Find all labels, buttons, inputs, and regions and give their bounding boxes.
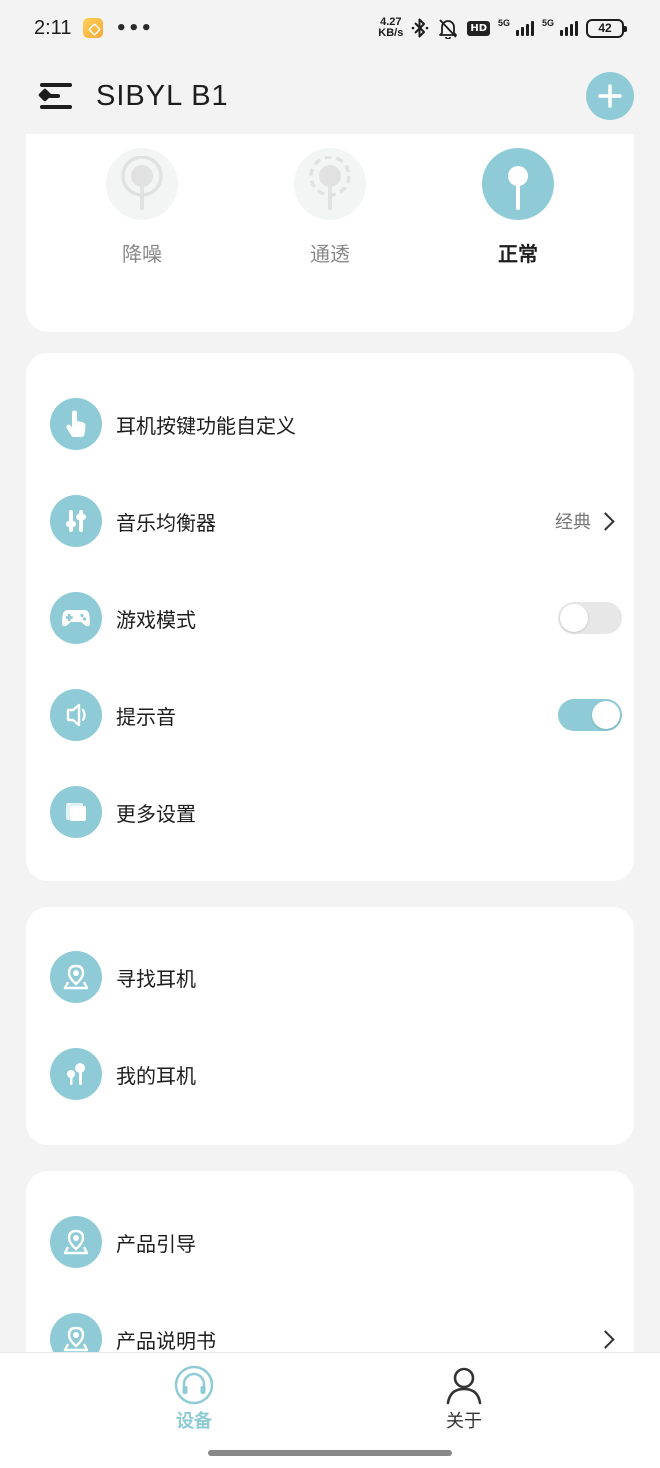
bluetooth-icon (412, 18, 429, 38)
row-my-earphones[interactable]: 我的耳机 (50, 1044, 622, 1104)
row-label: 产品引导 (116, 1231, 196, 1256)
user-icon (446, 1367, 482, 1405)
prompt-sound-toggle-wrap (558, 699, 622, 731)
speaker-icon (50, 689, 102, 741)
row-label: 提示音 (116, 704, 176, 729)
network-speed-unit: KB/s (378, 27, 404, 39)
status-left: 2:11 ••• (34, 17, 153, 40)
settings-card: 耳机按键功能自定义 音乐均衡器 经典 游戏模式 提示音 更多设置 (26, 353, 634, 881)
noise-cancelling-icon (106, 148, 178, 220)
row-product-guide[interactable]: 产品引导 (50, 1212, 622, 1272)
row-label: 我的耳机 (116, 1063, 196, 1088)
row-label: 更多设置 (116, 801, 196, 826)
add-device-button[interactable] (586, 72, 634, 120)
equalizer-value: 经典 (555, 512, 591, 533)
tab-label: 关于 (446, 1411, 482, 1432)
app-header: SIBYL B1 (0, 58, 660, 134)
gamepad-icon (50, 592, 102, 644)
location-pin-icon (50, 951, 102, 1003)
game-mode-toggle-wrap (558, 602, 622, 634)
headphones-icon (174, 1365, 214, 1405)
signal-generation: 5G (498, 17, 511, 28)
status-right: 4.27 KB/s HD 5G 5G 42 (378, 17, 627, 39)
tab-device[interactable]: 设备 (144, 1365, 244, 1433)
hd-voice-badge: HD (467, 20, 490, 36)
device-title: SIBYL B1 (96, 79, 229, 112)
find-card: 寻找耳机 我的耳机 (26, 907, 634, 1145)
menu-icon[interactable] (37, 81, 74, 111)
row-label: 耳机按键功能自定义 (116, 413, 296, 438)
row-find-earphones[interactable]: 寻找耳机 (50, 947, 622, 1007)
status-time: 2:11 (34, 16, 72, 39)
status-bar: 2:11 ••• 4.27 KB/s HD 5G 5G 42 (0, 0, 660, 56)
notification-app-icon (83, 18, 104, 38)
tab-about[interactable]: 关于 (414, 1365, 514, 1433)
tab-label: 设备 (176, 1411, 212, 1432)
mode-label: 降噪 (122, 242, 162, 266)
row-music-equalizer[interactable]: 音乐均衡器 经典 (50, 491, 622, 551)
mode-noise-cancelling[interactable]: 降噪 (82, 148, 202, 267)
row-label: 游戏模式 (116, 607, 196, 632)
transparency-icon (294, 148, 366, 220)
row-label: 产品说明书 (116, 1328, 216, 1353)
equalizer-value-group: 经典 (555, 508, 622, 534)
prompt-sound-toggle[interactable] (558, 699, 622, 731)
mode-label: 通透 (310, 242, 350, 266)
normal-mode-icon (482, 148, 554, 220)
noise-mode-card: 降噪 通透 正常 (26, 134, 634, 332)
signal-generation-2: 5G (542, 17, 555, 28)
row-prompt-sound[interactable]: 提示音 (50, 685, 622, 745)
guide-card: 产品引导 产品说明书 (26, 1171, 634, 1371)
network-speed: 4.27 KB/s (378, 17, 403, 39)
row-button-customization[interactable]: 耳机按键功能自定义 (50, 394, 622, 454)
earbuds-icon (50, 1048, 102, 1100)
chevron-right-icon (596, 511, 615, 531)
more-settings-icon (50, 786, 102, 838)
chevron-right-icon (596, 1329, 615, 1349)
row-more-settings[interactable]: 更多设置 (50, 782, 622, 842)
location-pin-icon (50, 1216, 102, 1268)
battery-icon: 42 (586, 18, 627, 38)
hand-pointer-icon (50, 398, 102, 450)
signal-strength-icon-2: 5G (542, 17, 578, 36)
home-indicator[interactable] (208, 1450, 452, 1456)
signal-strength-icon: 5G (498, 17, 534, 36)
row-label: 寻找耳机 (116, 966, 196, 991)
row-label: 音乐均衡器 (116, 510, 216, 535)
more-notifications-icon: ••• (115, 17, 153, 39)
plus-icon (598, 84, 622, 108)
manual-chevron-wrap (596, 1329, 622, 1349)
game-mode-toggle[interactable] (558, 602, 622, 634)
mode-label: 正常 (498, 242, 538, 266)
equalizer-icon (50, 495, 102, 547)
mode-normal[interactable]: 正常 (458, 148, 578, 267)
row-game-mode[interactable]: 游戏模式 (50, 588, 622, 648)
mode-transparency[interactable]: 通透 (270, 148, 390, 267)
mute-bell-icon (439, 19, 458, 39)
